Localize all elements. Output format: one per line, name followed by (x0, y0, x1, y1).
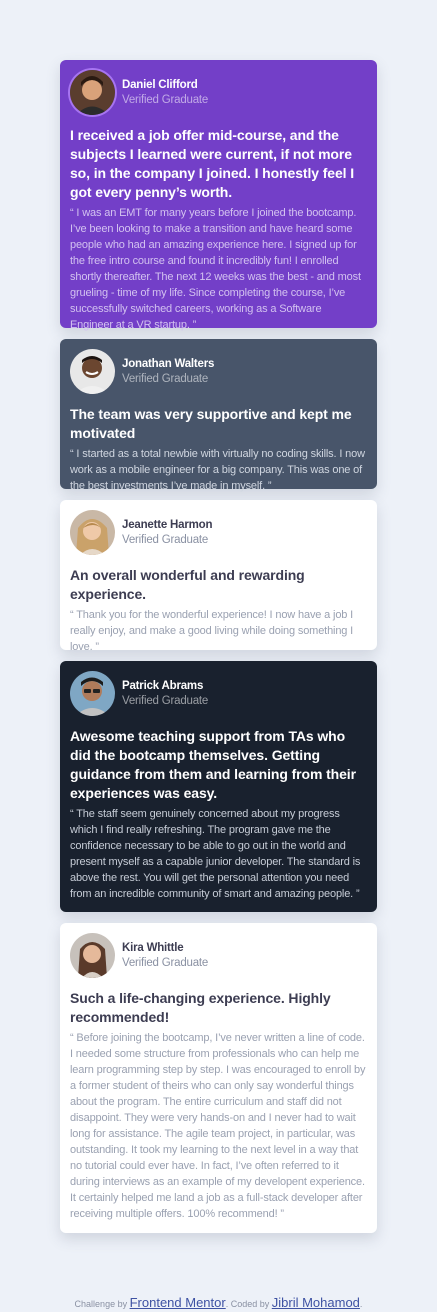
card-header: Jonathan Walters Verified Graduate (70, 349, 367, 394)
testimonial-quote: “ Thank you for the wonderful experience… (70, 609, 354, 653)
testimonial-card-kira: Kira Whittle Verified Graduate Such a li… (60, 923, 377, 1233)
testimonial-quote: “ Before joining the bootcamp, I’ve neve… (70, 1032, 366, 1220)
author-name: Jonathan Walters (122, 357, 215, 370)
author-status: Verified Graduate (122, 694, 209, 707)
testimonial-card-daniel: Daniel Clifford Verified Graduate I rece… (60, 60, 377, 331)
attribution: Challenge by Frontend Mentor. Coded by J… (0, 1295, 437, 1310)
avatar (70, 671, 115, 716)
author-name: Kira Whittle (122, 941, 184, 954)
author-link[interactable]: Jibril Mohamod (272, 1295, 360, 1310)
author-status: Verified Graduate (122, 93, 209, 106)
card-header: Jeanette Harmon Verified Graduate (70, 510, 367, 555)
attribution-suffix: . (359, 1299, 363, 1309)
testimonial-card-jonathan: Jonathan Walters Verified Graduate The t… (60, 339, 377, 492)
frontend-mentor-link[interactable]: Frontend Mentor (130, 1295, 226, 1310)
card-header: Patrick Abrams Verified Graduate (70, 671, 367, 716)
avatar (70, 933, 115, 978)
author-name: Daniel Clifford (122, 78, 198, 91)
coded-prefix: . Coded by (225, 1299, 270, 1309)
card-header: Daniel Clifford Verified Graduate (70, 70, 367, 115)
challenge-prefix: Challenge by (74, 1299, 128, 1309)
author-status: Verified Graduate (122, 372, 209, 385)
avatar (70, 510, 115, 555)
testimonial-headline: I received a job offer mid-course, and t… (70, 127, 355, 200)
author-status: Verified Graduate (122, 533, 209, 546)
testimonial-headline: Awesome teaching support from TAs who di… (70, 728, 356, 801)
author-name: Patrick Abrams (122, 679, 204, 692)
testimonial-headline: Such a life-changing experience. Highly … (70, 990, 331, 1025)
avatar (70, 349, 115, 394)
author-status: Verified Graduate (122, 956, 209, 969)
testimonial-quote: “ I started as a total newbie with virtu… (70, 448, 365, 492)
author-name: Jeanette Harmon (122, 518, 213, 531)
testimonial-headline: The team was very supportive and kept me… (70, 406, 352, 441)
testimonial-quote: “ I was an EMT for many years before I j… (70, 207, 361, 331)
testimonial-headline: An overall wonderful and rewarding exper… (70, 567, 305, 602)
testimonial-card-jeanette: Jeanette Harmon Verified Graduate An ove… (60, 500, 377, 653)
testimonial-quote: “ The staff seem genuinely concerned abo… (70, 808, 361, 900)
testimonial-card-patrick: Patrick Abrams Verified Graduate Awesome… (60, 661, 377, 912)
avatar (70, 70, 115, 115)
card-header: Kira Whittle Verified Graduate (70, 933, 367, 978)
